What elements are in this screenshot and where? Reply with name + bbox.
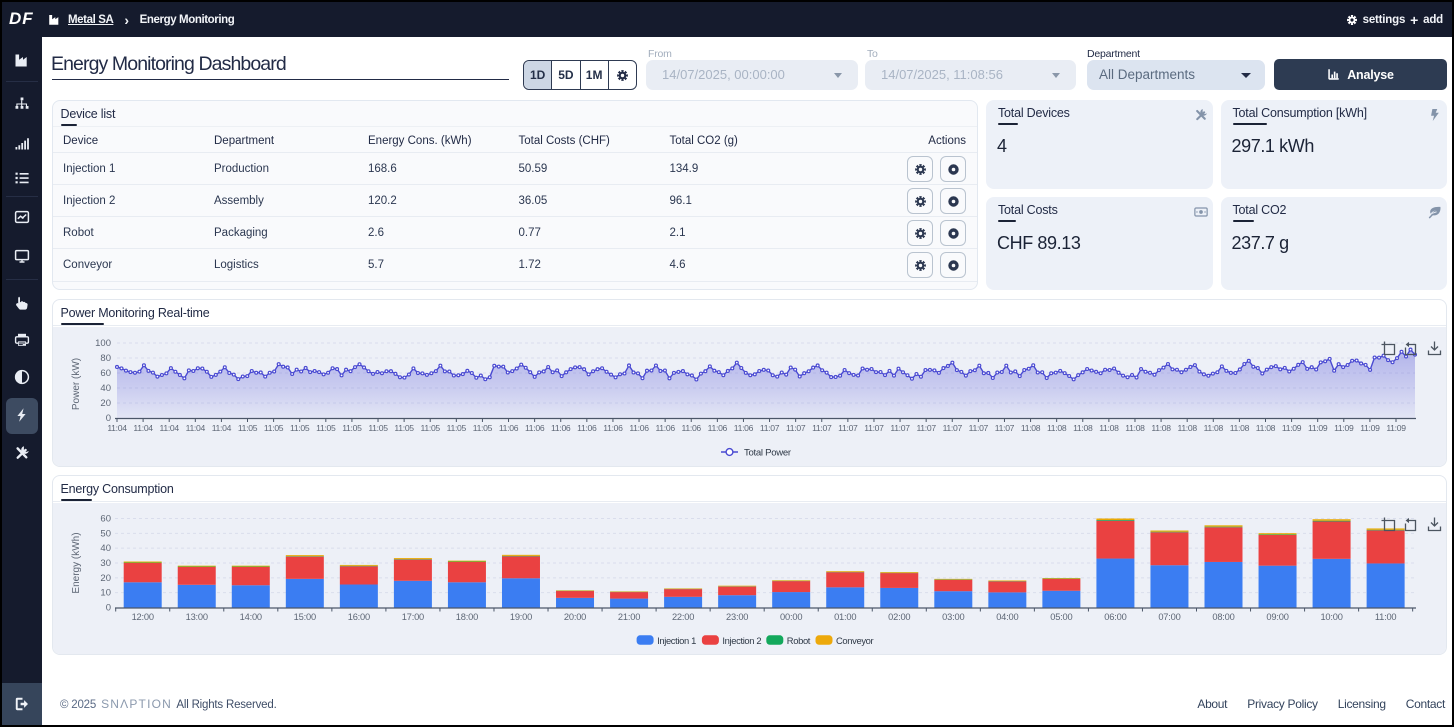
- svg-text:10:00: 10:00: [1320, 612, 1342, 622]
- svg-text:15:00: 15:00: [293, 612, 315, 622]
- svg-text:01:00: 01:00: [834, 612, 856, 622]
- svg-text:11:06: 11:06: [733, 423, 753, 433]
- svg-text:11:08: 11:08: [1255, 423, 1275, 433]
- svg-text:11:09: 11:09: [1334, 423, 1354, 433]
- svg-text:23:00: 23:00: [726, 612, 748, 622]
- svg-text:11:09: 11:09: [1308, 423, 1328, 433]
- svg-text:11:06: 11:06: [629, 423, 649, 433]
- svg-text:100: 100: [95, 338, 111, 349]
- svg-text:11:08: 11:08: [1020, 423, 1040, 433]
- svg-text:11:04: 11:04: [185, 423, 205, 433]
- svg-text:Energy (kWh): Energy (kWh): [71, 532, 82, 593]
- svg-text:13:00: 13:00: [185, 612, 207, 622]
- svg-text:09:00: 09:00: [1266, 612, 1288, 622]
- svg-text:11:06: 11:06: [498, 423, 518, 433]
- svg-text:11:05: 11:05: [420, 423, 440, 433]
- svg-text:11:08: 11:08: [1229, 423, 1249, 433]
- svg-text:11:04: 11:04: [107, 423, 127, 433]
- svg-text:06:00: 06:00: [1104, 612, 1126, 622]
- svg-text:Robot: Robot: [786, 635, 810, 646]
- svg-text:11:05: 11:05: [368, 423, 388, 433]
- svg-text:10: 10: [100, 588, 111, 599]
- svg-text:11:04: 11:04: [211, 423, 231, 433]
- svg-text:11:07: 11:07: [994, 423, 1014, 433]
- svg-text:11:07: 11:07: [864, 423, 884, 433]
- svg-text:11:08: 11:08: [1203, 423, 1223, 433]
- svg-text:40: 40: [100, 383, 111, 394]
- svg-text:Total Power: Total Power: [744, 448, 792, 459]
- svg-text:11:08: 11:08: [1073, 423, 1093, 433]
- svg-text:11:09: 11:09: [1360, 423, 1380, 433]
- svg-text:03:00: 03:00: [942, 612, 964, 622]
- svg-text:00:00: 00:00: [780, 612, 802, 622]
- svg-text:19:00: 19:00: [509, 612, 531, 622]
- svg-text:11:05: 11:05: [237, 423, 257, 433]
- svg-text:21:00: 21:00: [617, 612, 639, 622]
- svg-text:11:08: 11:08: [1177, 423, 1197, 433]
- svg-text:11:05: 11:05: [290, 423, 310, 433]
- svg-text:11:06: 11:06: [603, 423, 623, 433]
- svg-text:11:05: 11:05: [342, 423, 362, 433]
- svg-text:30: 30: [100, 558, 111, 569]
- svg-text:11:05: 11:05: [472, 423, 492, 433]
- svg-text:11:05: 11:05: [394, 423, 414, 433]
- svg-text:11:07: 11:07: [812, 423, 832, 433]
- svg-text:16:00: 16:00: [347, 612, 369, 622]
- svg-text:11:04: 11:04: [133, 423, 153, 433]
- svg-text:22:00: 22:00: [671, 612, 693, 622]
- svg-text:11:07: 11:07: [785, 423, 805, 433]
- svg-text:11:07: 11:07: [890, 423, 910, 433]
- svg-text:0: 0: [105, 413, 110, 424]
- svg-text:05:00: 05:00: [1050, 612, 1072, 622]
- svg-text:18:00: 18:00: [455, 612, 477, 622]
- svg-text:20: 20: [100, 573, 111, 584]
- svg-text:11:06: 11:06: [524, 423, 544, 433]
- svg-text:11:06: 11:06: [707, 423, 727, 433]
- svg-text:11:05: 11:05: [263, 423, 283, 433]
- svg-text:Conveyor: Conveyor: [836, 635, 874, 646]
- svg-text:11:07: 11:07: [838, 423, 858, 433]
- svg-text:11:04: 11:04: [159, 423, 179, 433]
- svg-text:02:00: 02:00: [888, 612, 910, 622]
- svg-text:11:08: 11:08: [1099, 423, 1119, 433]
- svg-text:11:07: 11:07: [759, 423, 779, 433]
- svg-text:11:06: 11:06: [681, 423, 701, 433]
- svg-text:11:08: 11:08: [1125, 423, 1145, 433]
- svg-text:08:00: 08:00: [1212, 612, 1234, 622]
- svg-text:20: 20: [100, 398, 111, 409]
- svg-text:11:05: 11:05: [446, 423, 466, 433]
- svg-text:07:00: 07:00: [1158, 612, 1180, 622]
- svg-text:17:00: 17:00: [401, 612, 423, 622]
- svg-text:11:07: 11:07: [968, 423, 988, 433]
- svg-text:11:07: 11:07: [916, 423, 936, 433]
- svg-text:80: 80: [100, 353, 111, 364]
- svg-text:40: 40: [100, 543, 111, 554]
- svg-text:11:09: 11:09: [1386, 423, 1406, 433]
- svg-text:0: 0: [105, 603, 110, 614]
- svg-text:11:07: 11:07: [942, 423, 962, 433]
- svg-text:11:05: 11:05: [316, 423, 336, 433]
- svg-text:11:06: 11:06: [551, 423, 571, 433]
- svg-text:Power (kW): Power (kW): [71, 358, 82, 410]
- svg-text:14:00: 14:00: [239, 612, 261, 622]
- svg-text:11:06: 11:06: [577, 423, 597, 433]
- svg-text:11:06: 11:06: [655, 423, 675, 433]
- svg-text:04:00: 04:00: [996, 612, 1018, 622]
- svg-text:60: 60: [100, 514, 111, 525]
- svg-text:60: 60: [100, 368, 111, 379]
- svg-text:11:08: 11:08: [1046, 423, 1066, 433]
- svg-text:Injection 2: Injection 2: [722, 635, 761, 646]
- svg-text:50: 50: [100, 528, 111, 539]
- svg-text:11:09: 11:09: [1281, 423, 1301, 433]
- svg-text:Injection 1: Injection 1: [657, 635, 696, 646]
- svg-text:12:00: 12:00: [131, 612, 153, 622]
- svg-text:11:00: 11:00: [1374, 612, 1396, 622]
- svg-text:11:08: 11:08: [1151, 423, 1171, 433]
- svg-text:20:00: 20:00: [563, 612, 585, 622]
